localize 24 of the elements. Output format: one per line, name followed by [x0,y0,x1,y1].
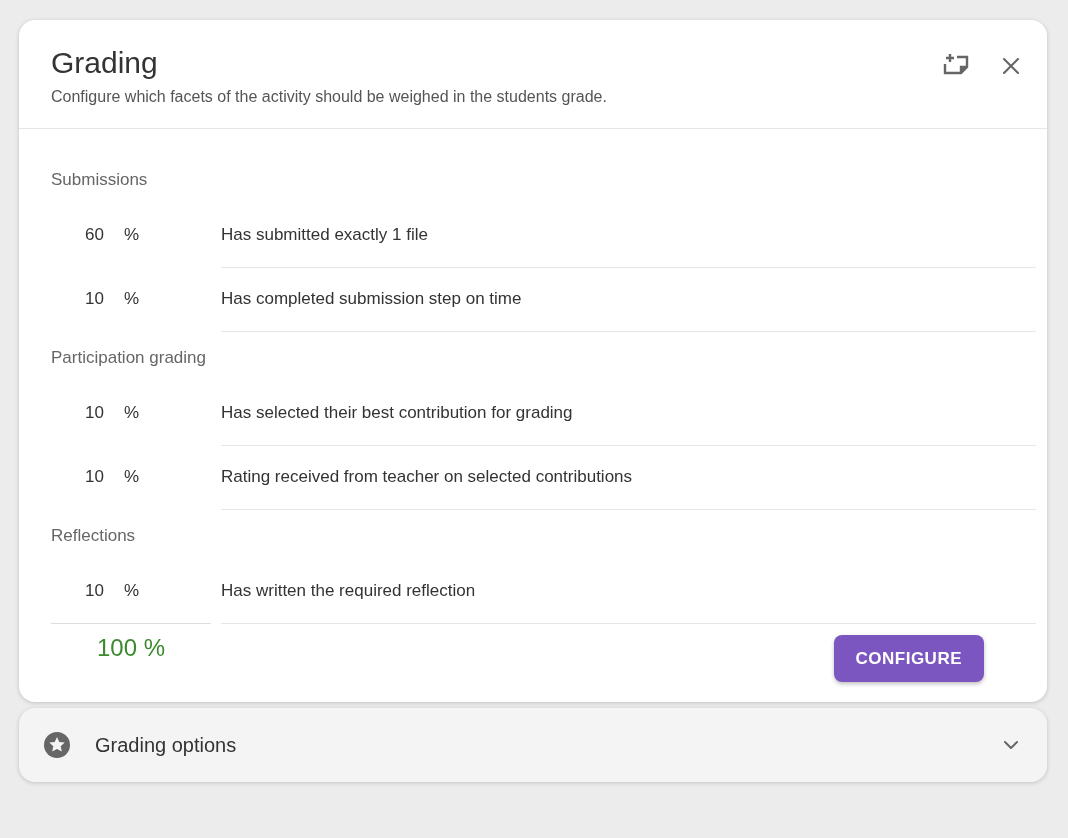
section-title: Reflections [51,525,137,547]
percent-unit: % [123,467,141,487]
panel-title: Grading options [95,733,238,757]
percent-value: 10 [84,403,104,423]
dialog-title: Grading [51,45,159,81]
criterion-label: Has submitted exactly 1 file [221,202,1036,268]
total-percent: 100 % [51,623,211,662]
percent-unit: % [123,403,141,423]
grading-options-panel[interactable]: Grading options [19,708,1047,782]
criterion-label: Has completed submission step on time [221,266,1036,332]
section-title: Submissions [51,169,149,191]
percent-unit: % [123,289,141,309]
percent-value: 10 [84,467,104,487]
section-title: Participation grading [51,347,207,369]
dialog-subtitle: Configure which facets of the activity should be weighed in the students grade. [51,88,607,106]
criterion-label: Has selected their best contribution for grading [221,380,1036,446]
percent-value: 10 [84,289,104,309]
percent-unit: % [123,581,141,601]
criterion-label: Rating received from teacher on selected contributions [221,444,1036,510]
criterion-label: Has written the required reflection [221,558,1036,624]
configure-button[interactable]: CONFIGURE [833,635,984,682]
percent-value: 60 [84,225,104,245]
percent-value: 10 [84,581,104,601]
percent-unit: % [123,225,141,245]
